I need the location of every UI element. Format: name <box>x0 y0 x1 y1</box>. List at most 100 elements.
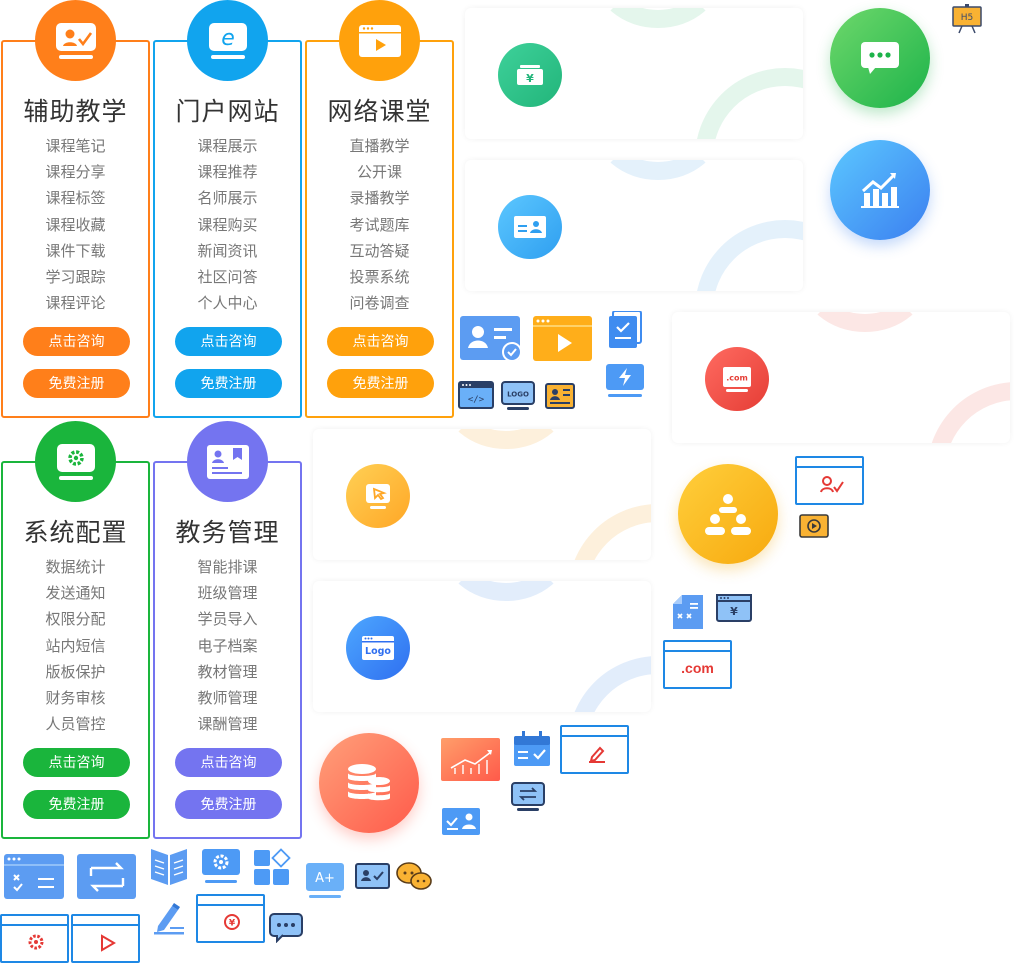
settings-screen-icon <box>201 848 241 885</box>
list-item: 课程评论 <box>45 295 106 313</box>
yen-sign-text: ¥ <box>730 605 738 618</box>
dotcom-monitor-icon: .com <box>705 347 769 411</box>
consult-button[interactable]: 点击咨询 <box>175 327 282 356</box>
list-item: 班级管理 <box>197 585 258 603</box>
dotcom-text: .com <box>726 374 748 383</box>
pointer-click-icon <box>346 464 410 528</box>
list-item: 课酬管理 <box>197 716 258 734</box>
calendar-check-icon <box>513 731 551 767</box>
grade-text: A+ <box>315 871 335 886</box>
register-button[interactable]: 免费注册 <box>175 790 282 819</box>
user-card-check-icon <box>460 316 522 362</box>
list-item: 财务审核 <box>45 689 106 707</box>
list-item: 版板保护 <box>45 663 106 681</box>
list-item: 数据统计 <box>45 559 106 576</box>
app-grid-icon <box>254 848 292 886</box>
growth-chart-icon <box>830 140 930 240</box>
wallet-yen-icon: ¥ <box>498 43 562 107</box>
list-item: 课程笔记 <box>45 138 106 155</box>
list-item: 智能排课 <box>197 559 258 576</box>
list-item: 人员管控 <box>45 716 106 734</box>
card-online-classroom: 网络课堂 直播教学 公开课 录播教学 考试题库 互动答疑 投票系统 问卷调查 点… <box>305 40 454 418</box>
open-book-icon <box>150 847 188 887</box>
swap-arrows-icon <box>77 854 137 900</box>
list-item: 发送通知 <box>45 585 106 603</box>
register-button[interactable]: 免费注册 <box>23 790 130 819</box>
pen-write-icon <box>152 900 186 936</box>
calculator-document-icon <box>672 594 704 630</box>
teacher-board-icon <box>35 0 116 81</box>
register-button[interactable]: 免费注册 <box>175 369 282 398</box>
card-title: 门户网站 <box>175 98 280 126</box>
card-academic-affairs: 教务管理 智能排课 班级管理 学员导入 电子档案 教材管理 教师管理 课酬管理 … <box>153 461 302 839</box>
consult-button[interactable]: 点击咨询 <box>327 327 434 356</box>
flash-monitor-icon <box>605 363 645 399</box>
list-item: 名师展示 <box>197 190 258 208</box>
list-item: 考试题库 <box>349 216 410 234</box>
list-item: 问卷调查 <box>349 295 410 313</box>
register-button[interactable]: 免费注册 <box>327 369 434 398</box>
list-item: 教材管理 <box>197 663 258 681</box>
user-check-window-icon <box>355 863 390 890</box>
svg-text:</>: </> <box>468 395 485 405</box>
logo-text: LOGO <box>507 391 529 399</box>
browser-e-icon: e <box>187 0 268 81</box>
list-item: 录播教学 <box>349 190 410 208</box>
switch-monitor-icon <box>511 782 545 812</box>
list-item: 课程收藏 <box>45 216 106 234</box>
list-item: 新闻资讯 <box>197 242 258 260</box>
settings-monitor-icon <box>35 421 116 502</box>
icon-sprite-sheet: 辅助教学 课程笔记 课程分享 课程标签 课程收藏 课件下载 学习跟踪 课程评论 … <box>0 0 1020 963</box>
card-title: 系统配置 <box>23 519 128 547</box>
consult-button[interactable]: 点击咨询 <box>175 748 282 777</box>
video-player-icon <box>533 316 593 362</box>
yen-window-icon: ¥ <box>716 594 752 622</box>
checklist-document-icon <box>607 310 643 349</box>
yen-payment-window-icon: ¥ <box>196 894 265 943</box>
h5-easel-icon: H5 <box>952 4 982 34</box>
consult-button[interactable]: 点击咨询 <box>23 327 130 356</box>
consult-button[interactable]: 点击咨询 <box>23 748 130 777</box>
card-title: 教务管理 <box>175 519 280 547</box>
task-list-window-icon <box>4 854 65 900</box>
code-window-icon: </> <box>458 381 494 410</box>
signature-window-icon <box>795 456 864 505</box>
list-item: 教师管理 <box>197 689 258 707</box>
list-item: 课程推荐 <box>197 164 258 182</box>
chat-bubble-icon <box>830 8 930 108</box>
feature-list: 智能排课 班级管理 学员导入 电子档案 教材管理 教师管理 课酬管理 <box>155 555 300 738</box>
list-item: 学员导入 <box>197 611 258 629</box>
list-item: 课程分享 <box>45 164 106 182</box>
chat-faces-icon <box>396 861 432 891</box>
list-item: 直播教学 <box>349 138 410 155</box>
register-button[interactable]: 免费注册 <box>23 369 130 398</box>
h5-text: H5 <box>961 13 974 23</box>
video-frame-icon <box>799 514 829 540</box>
card-title: 网络课堂 <box>327 98 432 126</box>
logo-monitor-icon: LOGO <box>501 381 535 411</box>
organization-tree-icon <box>678 464 778 564</box>
svg-text:e: e <box>221 26 235 51</box>
card-assist-teaching: 辅助教学 课程笔记 课程分享 课程标签 课程收藏 课件下载 学习跟踪 课程评论 … <box>1 40 150 418</box>
trend-board-icon <box>441 738 501 782</box>
list-item: 权限分配 <box>45 611 106 629</box>
user-check-card-icon <box>442 808 480 835</box>
id-card-icon <box>498 195 562 259</box>
feature-list: 课程展示 课程推荐 名师展示 课程购买 新闻资讯 社区问答 个人中心 <box>155 134 300 317</box>
feature-list: 课程笔记 课程分享 课程标签 课程收藏 课件下载 学习跟踪 课程评论 <box>3 134 148 317</box>
profile-card-icon <box>187 421 268 502</box>
dotcom-label: .com <box>681 660 714 676</box>
message-dots-icon <box>269 913 303 944</box>
feature-list: 数据统计 发送通知 权限分配 站内短信 版板保护 财务审核 人员管控 <box>3 555 148 738</box>
list-item: 电子档案 <box>197 637 258 655</box>
list-item: 公开课 <box>356 164 402 182</box>
yen-sign-text: ¥ <box>229 919 236 929</box>
grade-a-plus-icon: A+ <box>306 863 344 899</box>
logo-text: Logo <box>365 646 391 657</box>
list-item: 课程购买 <box>197 216 258 234</box>
list-item: 投票系统 <box>349 268 410 286</box>
card-portal-website: 门户网站 课程展示 课程推荐 名师展示 课程购买 新闻资讯 社区问答 个人中心 … <box>153 40 302 418</box>
list-item: 互动答疑 <box>349 242 410 260</box>
logo-window-icon: Logo <box>346 616 410 680</box>
list-item: 课件下载 <box>45 242 106 260</box>
